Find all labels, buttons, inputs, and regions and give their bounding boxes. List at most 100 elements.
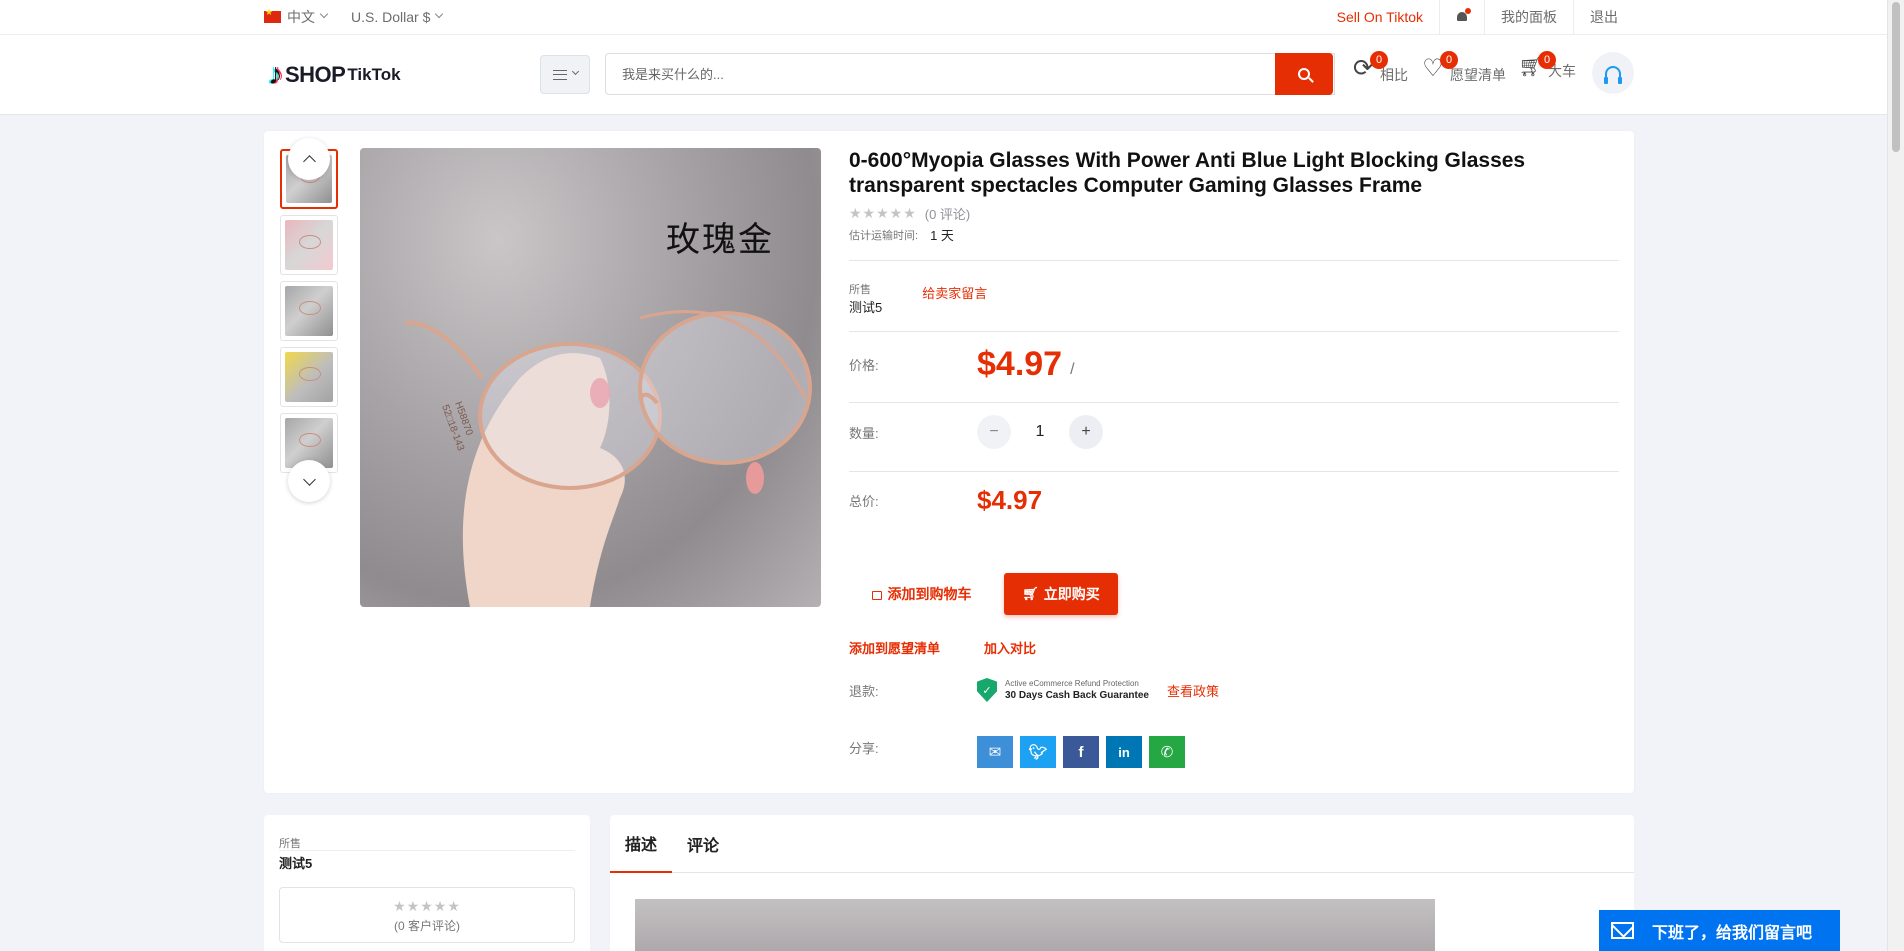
search-icon <box>1298 68 1310 80</box>
message-seller-link[interactable]: 给卖家留言 <box>922 283 987 302</box>
search-box <box>605 53 1335 95</box>
dashboard-link[interactable]: 我的面板 <box>1484 0 1573 34</box>
view-policy-link[interactable]: 查看政策 <box>1167 681 1219 700</box>
compare-button[interactable]: ⟳ 0 相比 <box>1350 51 1408 83</box>
share-buttons: ✉ 🐦︎ f in ✆ <box>977 736 1185 768</box>
language-selector[interactable]: 中文 <box>264 7 329 27</box>
thumbnail-2[interactable] <box>280 215 338 275</box>
search-button[interactable] <box>1275 53 1333 95</box>
category-menu-button[interactable] <box>540 55 590 94</box>
thumbnail-image <box>285 220 333 270</box>
refund-protection-badge: ✓ Active eCommerce Refund Protection 30 … <box>977 678 1149 702</box>
language-label: 中文 <box>287 9 315 25</box>
add-to-cart-button[interactable]: 添加到购物车 <box>849 573 994 615</box>
chat-widget[interactable]: 下班了，给我们留言吧 <box>1599 910 1840 951</box>
share-facebook-button[interactable]: f <box>1063 736 1099 768</box>
quantity-value[interactable]: 1 <box>1011 423 1069 441</box>
cart-icon: 🛒︎ 0 <box>1518 51 1556 77</box>
product-card: H58870 52□18-143 玫瑰金 0-600°Myopia Glasse… <box>264 131 1634 793</box>
add-to-compare-link[interactable]: 加入对比 <box>984 638 1036 657</box>
thumbnail-image <box>285 352 333 402</box>
twitter-icon: 🐦︎ <box>1028 744 1048 761</box>
sell-on-tiktok-link[interactable]: Sell On Tiktok <box>1321 0 1439 34</box>
whatsapp-icon: ✆ <box>1160 744 1174 761</box>
main-product-image[interactable]: H58870 52□18-143 玫瑰金 <box>360 148 821 607</box>
tab-description[interactable]: 描述 <box>610 815 673 873</box>
site-logo[interactable]: ♪ SHOP TikTok <box>268 57 401 93</box>
chevron-down-icon <box>435 9 444 19</box>
price-row: 价格: $4.97 / <box>849 345 1619 384</box>
chevron-down-icon <box>302 472 316 486</box>
logout-link[interactable]: 退出 <box>1573 0 1634 34</box>
tab-reviews[interactable]: 评论 <box>672 815 734 873</box>
share-label: 分享: <box>849 741 879 756</box>
share-twitter-button[interactable]: 🐦︎ <box>1020 736 1056 768</box>
search-input[interactable] <box>606 54 1334 94</box>
image-overlay-text: 玫瑰金 <box>666 220 774 260</box>
chevron-down-icon <box>571 67 579 76</box>
cart-count-badge: 0 <box>1538 51 1556 69</box>
seller-panel: 所售 测试5 ★★★★★ (0 客户评论) <box>264 815 590 951</box>
chat-label: 下班了，给我们留言吧 <box>1652 924 1813 942</box>
page-scrollbar[interactable] <box>1887 0 1904 951</box>
thumbnail-image <box>285 286 333 336</box>
compare-count-badge: 0 <box>1370 51 1388 69</box>
seller-name[interactable]: 测试5 <box>849 297 882 316</box>
shipping-label: 估计运输时间: <box>849 229 919 242</box>
notifications-button[interactable] <box>1439 0 1484 34</box>
facebook-icon: f <box>1078 743 1084 761</box>
shipping-value: 1 天 <box>930 228 954 243</box>
logo-tiktok-text: TikTok <box>347 65 401 84</box>
price-unit: / <box>1070 360 1075 378</box>
refund-big-text: 30 Days Cash Back Guarantee <box>1005 690 1149 701</box>
product-tabs: 描述 评论 <box>610 815 1634 873</box>
compare-icon: ⟳ 0 <box>1350 51 1388 81</box>
share-email-button[interactable]: ✉ <box>977 736 1013 768</box>
quantity-minus-button[interactable]: − <box>977 415 1011 449</box>
currency-selector[interactable]: U.S. Dollar $ <box>351 9 444 25</box>
bell-icon <box>1456 8 1471 23</box>
rating-stars: ★★★★★ <box>849 205 917 221</box>
total-price: $4.97 <box>977 485 1043 515</box>
review-count[interactable]: (0 评论) <box>925 204 971 223</box>
headset-icon <box>1604 66 1622 84</box>
refund-row: 退款: ✓ Active eCommerce Refund Protection… <box>849 678 1619 702</box>
sold-by-label: 所售 <box>279 838 301 850</box>
thumbnail-4[interactable] <box>280 347 338 407</box>
wishlist-button[interactable]: ♡ 0 愿望清单 <box>1420 51 1506 83</box>
quantity-label: 数量: <box>849 425 879 441</box>
hamburger-icon <box>552 69 567 80</box>
compare-label: 相比 <box>1380 67 1408 83</box>
thumbnail-prev-button[interactable] <box>288 138 330 180</box>
support-button[interactable] <box>1592 52 1634 94</box>
add-to-wishlist-link[interactable]: 添加到愿望清单 <box>849 638 940 657</box>
cart-button[interactable]: 🛒︎ 0 大车 <box>1518 51 1576 79</box>
total-label: 总价: <box>849 494 879 509</box>
thumbnail-next-button[interactable] <box>288 460 330 502</box>
share-whatsapp-button[interactable]: ✆ <box>1149 736 1185 768</box>
share-linkedin-button[interactable]: in <box>1106 736 1142 768</box>
currency-label: U.S. Dollar $ <box>351 9 431 25</box>
divider <box>849 402 1619 403</box>
seller-rating-stars: ★★★★★ <box>393 898 461 914</box>
china-flag-icon <box>264 7 281 23</box>
wishlist-count-badge: 0 <box>1440 51 1458 69</box>
thumbnail-3[interactable] <box>280 281 338 341</box>
quantity-plus-button[interactable]: + <box>1069 415 1103 449</box>
seller-rating-box: ★★★★★ (0 客户评论) <box>279 887 575 943</box>
scrollbar-thumb[interactable] <box>1892 2 1900 152</box>
shopping-bag-icon <box>871 590 882 600</box>
cart-icon: 🛒︎ <box>1022 586 1039 601</box>
email-icon: ✉ <box>988 744 1002 761</box>
chevron-up-icon <box>302 154 316 168</box>
buy-now-button[interactable]: 🛒︎ 立即购买 <box>1004 573 1118 615</box>
quantity-stepper: − 1 + <box>977 415 1103 449</box>
add-to-cart-label: 添加到购物车 <box>887 586 972 602</box>
price-label: 价格: <box>849 358 879 373</box>
seller-name[interactable]: 测试5 <box>279 853 312 872</box>
share-row: 分享: ✉ 🐦︎ f in ✆ <box>849 736 1619 768</box>
wishlist-label: 愿望清单 <box>1450 67 1506 83</box>
total-row: 总价: $4.97 <box>849 485 1619 516</box>
chevron-down-icon <box>319 9 329 19</box>
top-bar: 中文 U.S. Dollar $ Sell On Tiktok 我的面板 退出 <box>0 0 1904 35</box>
